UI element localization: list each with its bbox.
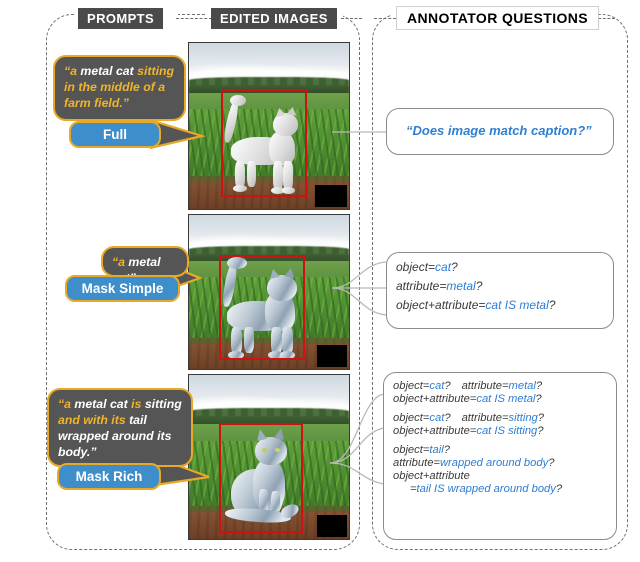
question-suffix: ? xyxy=(555,483,563,495)
header-prompts: PROMPTS xyxy=(78,8,164,29)
question-suffix: ? xyxy=(537,425,544,437)
question-line: object+attribute=cat IS metal? xyxy=(393,393,607,405)
question-label: attribute= xyxy=(396,279,447,293)
header-annotator-questions: ANNOTATOR QUESTIONS xyxy=(396,6,600,30)
question-box-mask-rich: object=cat? attribute=metal? object+attri… xyxy=(383,372,617,540)
question-box-mask-simple: object=cat? attribute=metal? object+attr… xyxy=(386,252,614,329)
figure-canvas: PROMPTS EDITED IMAGES ANNOTATOR QUESTION… xyxy=(0,0,640,562)
header-edited-images: EDITED IMAGES xyxy=(211,8,337,29)
header-dash-1 xyxy=(176,18,212,19)
question-line: =tail IS wrapped around body? xyxy=(393,483,607,495)
prompt-bubble-mask-rich: “a metal cat is sitting and with its tai… xyxy=(47,388,193,467)
question-suffix: ? xyxy=(535,393,542,405)
question-suffix: ? xyxy=(475,279,483,293)
question-label: object+attribute= xyxy=(393,393,477,405)
question-label: object+attribute= xyxy=(396,298,486,312)
edited-image-mask-simple xyxy=(188,214,350,370)
question-value: wrapped around body xyxy=(439,457,549,469)
question-line: object=cat? xyxy=(396,260,604,274)
question-line: object=cat? attribute=sitting? xyxy=(393,412,607,424)
question-label: attribute= xyxy=(393,457,440,469)
question-label: object= xyxy=(393,412,430,424)
header-dash-2 xyxy=(341,18,362,19)
question-line: object=tail? xyxy=(393,444,607,456)
question-box-full: “Does image match caption?” xyxy=(386,108,614,155)
question-value: cat IS metal xyxy=(476,393,536,405)
question-label: object= xyxy=(396,260,436,274)
prompt-part: and with its xyxy=(58,412,130,427)
question-suffix: ? xyxy=(548,457,555,469)
question-suffix: ? xyxy=(537,412,544,424)
prompt-bubble-mask-simple: “a metal cat” xyxy=(101,246,189,285)
mode-button-mask-simple[interactable]: Mask Simple xyxy=(65,275,180,302)
question-value: tail IS wrapped around body xyxy=(416,483,556,495)
prompt-part: is xyxy=(131,397,145,411)
watermark-patch xyxy=(317,345,347,367)
prompt-part: “a xyxy=(58,397,75,411)
question-suffix: ? xyxy=(451,260,458,274)
question-line: object+attribute=cat IS sitting? xyxy=(393,425,607,437)
question-label: attribute= xyxy=(461,380,509,392)
edited-image-full xyxy=(188,42,350,210)
bounding-box xyxy=(219,423,303,533)
watermark-patch xyxy=(317,515,347,537)
question-label: object+attribute xyxy=(393,470,470,482)
question-label: attribute= xyxy=(461,412,509,424)
question-line: object+attribute=cat IS metal? xyxy=(396,298,604,312)
question-value: sitting xyxy=(508,412,538,424)
watermark-patch xyxy=(315,185,347,207)
bounding-box xyxy=(219,255,305,360)
prompt-part: metal cat xyxy=(74,397,132,411)
question-label: object= xyxy=(393,380,430,392)
prompt-part: “a xyxy=(112,255,129,269)
question-value: cat IS metal xyxy=(485,298,549,312)
question-suffix: ? xyxy=(444,380,451,392)
question-suffix: ? xyxy=(444,412,451,424)
question-line: object=cat? attribute=metal? xyxy=(393,380,607,392)
question-line: object+attribute xyxy=(393,470,607,482)
prompt-bubble-full: “a metal cat sitting in the middle of a … xyxy=(53,55,186,121)
question-label: object= xyxy=(393,444,430,456)
question-value: metal xyxy=(446,279,476,293)
question-line: “Does image match caption?” xyxy=(406,122,592,138)
mode-button-full[interactable]: Full xyxy=(69,121,161,148)
question-label: object+attribute= xyxy=(393,425,477,437)
question-value: tail xyxy=(429,444,444,456)
question-group: object=cat? attribute=metal? object+attri… xyxy=(393,380,607,405)
prompt-part: “a xyxy=(64,64,81,78)
question-line: attribute=wrapped around body? xyxy=(393,457,607,469)
bounding-box xyxy=(221,89,307,197)
question-group: object=cat? attribute=sitting? object+att… xyxy=(393,412,607,437)
question-suffix: ? xyxy=(548,298,556,312)
question-value: cat IS sitting xyxy=(476,425,538,437)
question-value: cat xyxy=(429,412,445,424)
mode-button-mask-rich[interactable]: Mask Rich xyxy=(57,463,161,490)
question-value: cat xyxy=(429,380,445,392)
question-value: cat xyxy=(435,260,452,274)
question-line: attribute=metal? xyxy=(396,279,604,293)
prompt-part: sitting xyxy=(144,397,182,411)
question-value: metal xyxy=(508,380,536,392)
header-dash-3 xyxy=(374,18,396,19)
question-suffix: ? xyxy=(535,380,543,392)
question-suffix: ? xyxy=(443,444,450,456)
prompt-part: metal cat xyxy=(80,64,138,78)
question-group: object=tail? attribute=wrapped around bo… xyxy=(393,444,607,495)
